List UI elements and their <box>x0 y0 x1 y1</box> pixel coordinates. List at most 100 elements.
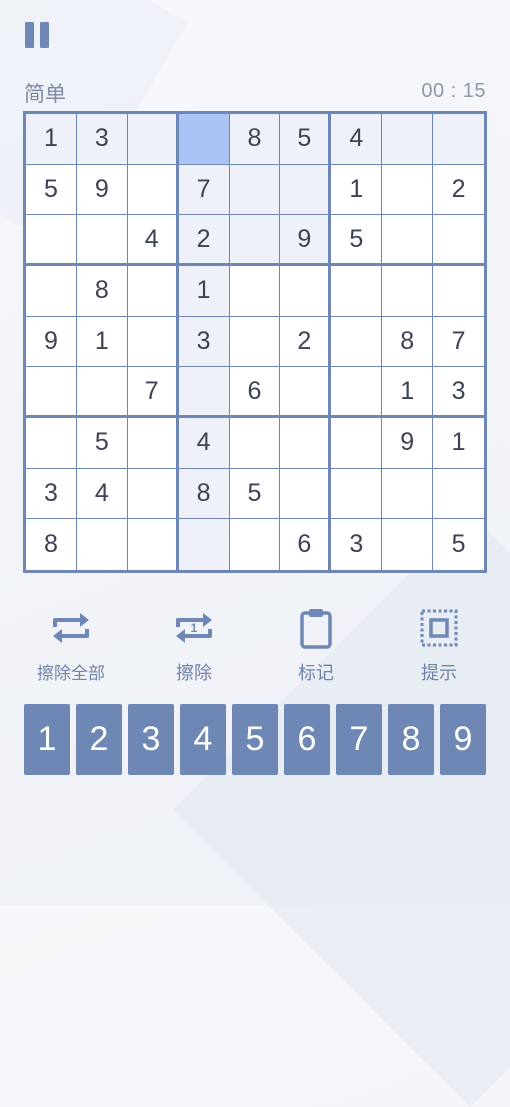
sudoku-cell[interactable] <box>127 114 176 164</box>
sudoku-cell[interactable] <box>229 418 280 468</box>
number-key[interactable]: 2 <box>76 704 122 775</box>
number-key[interactable]: 6 <box>284 704 330 775</box>
sudoku-cell[interactable] <box>382 215 433 263</box>
hint-button[interactable]: 提示 <box>384 606 494 685</box>
erase-label: 擦除 <box>176 663 212 683</box>
hint-label: 提示 <box>421 663 457 683</box>
sudoku-cell[interactable] <box>127 519 176 570</box>
sudoku-cell[interactable] <box>229 316 280 367</box>
sudoku-cell[interactable]: 4 <box>127 215 176 263</box>
sudoku-cell[interactable]: 8 <box>76 266 127 316</box>
sudoku-cell[interactable]: 5 <box>331 215 382 263</box>
sudoku-cell[interactable] <box>26 418 76 468</box>
sudoku-cell[interactable]: 3 <box>433 367 484 415</box>
sudoku-cell[interactable] <box>331 468 382 519</box>
sudoku-cell[interactable] <box>382 164 433 215</box>
sudoku-cell[interactable]: 8 <box>26 519 76 570</box>
sudoku-cell[interactable]: 3 <box>178 316 229 367</box>
sudoku-cell[interactable]: 7 <box>127 367 176 415</box>
sudoku-cell[interactable] <box>433 266 484 316</box>
sudoku-cell[interactable] <box>229 519 280 570</box>
sudoku-cell[interactable]: 9 <box>280 215 329 263</box>
sudoku-cell[interactable]: 7 <box>178 164 229 215</box>
sudoku-cell[interactable]: 9 <box>76 164 127 215</box>
sudoku-cell[interactable] <box>76 519 127 570</box>
sudoku-cell[interactable] <box>26 266 76 316</box>
sudoku-cell[interactable] <box>127 164 176 215</box>
sudoku-cell[interactable] <box>76 215 127 263</box>
sudoku-cell[interactable] <box>229 215 280 263</box>
sudoku-cell[interactable]: 2 <box>178 215 229 263</box>
sudoku-cell[interactable]: 8 <box>382 316 433 367</box>
sudoku-cell[interactable] <box>229 164 280 215</box>
sudoku-cell[interactable]: 5 <box>76 418 127 468</box>
sudoku-cell[interactable]: 1 <box>76 316 127 367</box>
sudoku-cell[interactable] <box>26 367 76 415</box>
sudoku-cell[interactable] <box>127 266 176 316</box>
sudoku-cell[interactable]: 1 <box>382 367 433 415</box>
sudoku-cell[interactable]: 6 <box>280 519 329 570</box>
sudoku-cell[interactable]: 2 <box>433 164 484 215</box>
sudoku-cell[interactable]: 4 <box>76 468 127 519</box>
number-key[interactable]: 4 <box>180 704 226 775</box>
sudoku-cell[interactable]: 1 <box>433 418 484 468</box>
sudoku-cell[interactable] <box>331 418 382 468</box>
sudoku-cell[interactable]: 4 <box>178 418 229 468</box>
sudoku-cell[interactable]: 4 <box>331 114 382 164</box>
sudoku-cell[interactable]: 9 <box>382 418 433 468</box>
number-key[interactable]: 9 <box>440 704 486 775</box>
number-key[interactable]: 7 <box>336 704 382 775</box>
sudoku-cell[interactable] <box>280 468 329 519</box>
sudoku-cell[interactable] <box>382 468 433 519</box>
number-key[interactable]: 8 <box>388 704 434 775</box>
sudoku-cell[interactable] <box>229 266 280 316</box>
sudoku-cell[interactable] <box>331 316 382 367</box>
number-key[interactable]: 3 <box>128 704 174 775</box>
sudoku-cell[interactable] <box>280 266 329 316</box>
sudoku-cell[interactable] <box>76 367 127 415</box>
sudoku-cell[interactable] <box>382 266 433 316</box>
sudoku-cell[interactable] <box>127 418 176 468</box>
pause-icon <box>25 22 34 48</box>
sudoku-cell[interactable]: 5 <box>229 468 280 519</box>
erase-all-button[interactable]: 擦除全部 <box>16 606 126 684</box>
clipboard-icon <box>300 609 332 649</box>
sudoku-cell[interactable]: 1 <box>26 114 76 164</box>
sudoku-cell[interactable] <box>280 367 329 415</box>
sudoku-cell[interactable]: 3 <box>26 468 76 519</box>
sudoku-cell[interactable]: 1 <box>331 164 382 215</box>
number-key[interactable]: 1 <box>24 704 70 775</box>
game-timer: 00 : 15 <box>421 80 486 102</box>
sudoku-cell[interactable] <box>127 316 176 367</box>
sudoku-cell[interactable] <box>331 266 382 316</box>
sudoku-cell[interactable] <box>382 519 433 570</box>
sudoku-cell[interactable] <box>280 418 329 468</box>
sudoku-cell[interactable] <box>178 114 229 164</box>
sudoku-cell[interactable]: 2 <box>280 316 329 367</box>
sudoku-cell[interactable]: 8 <box>178 468 229 519</box>
erase-button[interactable]: 1 擦除 <box>139 606 249 685</box>
sudoku-cell[interactable] <box>26 215 76 263</box>
notes-button[interactable]: 标记 <box>261 606 371 685</box>
sudoku-cell[interactable]: 7 <box>433 316 484 367</box>
sudoku-cell[interactable] <box>331 367 382 415</box>
sudoku-cell[interactable] <box>433 468 484 519</box>
sudoku-cell[interactable] <box>178 367 229 415</box>
sudoku-cell[interactable]: 3 <box>331 519 382 570</box>
sudoku-cell[interactable] <box>280 164 329 215</box>
sudoku-cell[interactable]: 3 <box>76 114 127 164</box>
sudoku-cell[interactable]: 5 <box>280 114 329 164</box>
sudoku-cell[interactable] <box>127 468 176 519</box>
pause-button[interactable] <box>24 22 52 50</box>
sudoku-cell[interactable]: 8 <box>229 114 280 164</box>
sudoku-cell[interactable] <box>433 215 484 263</box>
sudoku-cell[interactable]: 6 <box>229 367 280 415</box>
number-key[interactable]: 5 <box>232 704 278 775</box>
sudoku-cell[interactable] <box>433 114 484 164</box>
sudoku-cell[interactable]: 5 <box>433 519 484 570</box>
sudoku-cell[interactable] <box>382 114 433 164</box>
sudoku-cell[interactable]: 1 <box>178 266 229 316</box>
sudoku-cell[interactable] <box>178 519 229 570</box>
sudoku-cell[interactable]: 5 <box>26 164 76 215</box>
sudoku-cell[interactable]: 9 <box>26 316 76 367</box>
